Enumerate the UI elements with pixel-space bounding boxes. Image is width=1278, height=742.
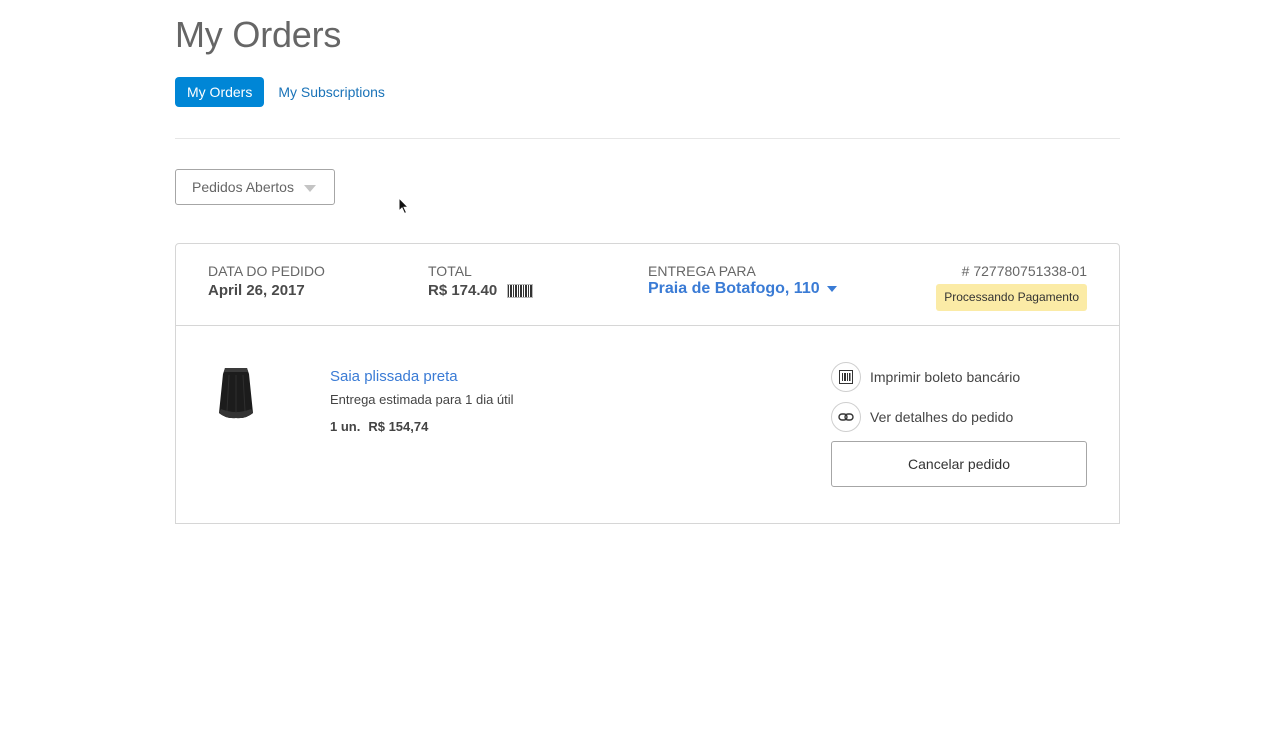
order-card: DATA DO PEDIDO April 26, 2017 TOTAL R$ 1… <box>175 243 1120 524</box>
order-number-block: # 727780751338-01 Processando Pagamento <box>936 262 1087 311</box>
print-boleto-label: Imprimir boleto bancário <box>870 369 1021 385</box>
order-details-action[interactable]: Ver detalhes do pedido <box>831 401 1087 433</box>
item-quantity: 1 un. <box>330 419 361 434</box>
order-total-value: R$ 174.40 <box>428 282 498 299</box>
page: My Orders My Orders My Subscriptions Ped… <box>0 0 1278 742</box>
tab-my-subscriptions[interactable]: My Subscriptions <box>264 77 397 107</box>
order-delivery: ENTREGA PARA Praia de Botafogo, 110 <box>648 262 837 298</box>
caret-down-icon <box>303 184 316 192</box>
status-badge: Processando Pagamento <box>936 284 1087 311</box>
divider <box>175 138 1120 139</box>
barcode-icon <box>831 362 861 392</box>
order-total-row: R$ 174.40 <box>428 280 534 302</box>
item-name-link[interactable]: Saia plissada preta <box>330 367 514 387</box>
order-date: DATA DO PEDIDO April 26, 2017 <box>208 262 325 302</box>
order-number: # 727780751338-01 <box>961 263 1087 279</box>
order-filter-value: Pedidos Abertos <box>192 179 294 195</box>
item-info: Saia plissada preta Entrega estimada par… <box>330 367 514 436</box>
print-boleto-action[interactable]: Imprimir boleto bancário <box>831 361 1087 393</box>
link-icon <box>831 402 861 432</box>
delivery-address-value: Praia de Botafogo, 110 <box>648 280 820 297</box>
cancel-order-button[interactable]: Cancelar pedido <box>831 441 1087 487</box>
order-actions: Imprimir boleto bancário Ver detalhes do… <box>831 361 1087 487</box>
tab-bar: My Orders My Subscriptions <box>175 77 397 107</box>
order-delivery-label: ENTREGA PARA <box>648 263 756 279</box>
delivery-address-toggle[interactable]: Praia de Botafogo, 110 <box>648 280 837 298</box>
order-date-value: April 26, 2017 <box>208 282 305 299</box>
item-price: R$ 154,74 <box>368 419 429 434</box>
order-total: TOTAL R$ 174.40 <box>428 262 534 302</box>
page-title: My Orders <box>175 14 342 55</box>
caret-down-icon <box>826 286 837 292</box>
order-header: DATA DO PEDIDO April 26, 2017 TOTAL R$ 1… <box>176 244 1119 326</box>
order-date-label: DATA DO PEDIDO <box>208 263 325 279</box>
product-image[interactable] <box>216 365 256 421</box>
order-details-label: Ver detalhes do pedido <box>870 409 1014 425</box>
item-delivery-estimate: Entrega estimada para 1 dia útil <box>330 392 514 407</box>
mouse-cursor-icon <box>398 197 410 215</box>
tab-my-orders[interactable]: My Orders <box>175 77 265 107</box>
barcode-icon[interactable] <box>507 284 534 298</box>
item-quantity-price: 1 un. R$ 154,74 <box>330 418 514 436</box>
order-item: Saia plissada preta Entrega estimada par… <box>176 325 1119 523</box>
order-filter-dropdown[interactable]: Pedidos Abertos <box>175 169 335 205</box>
order-total-label: TOTAL <box>428 263 472 279</box>
